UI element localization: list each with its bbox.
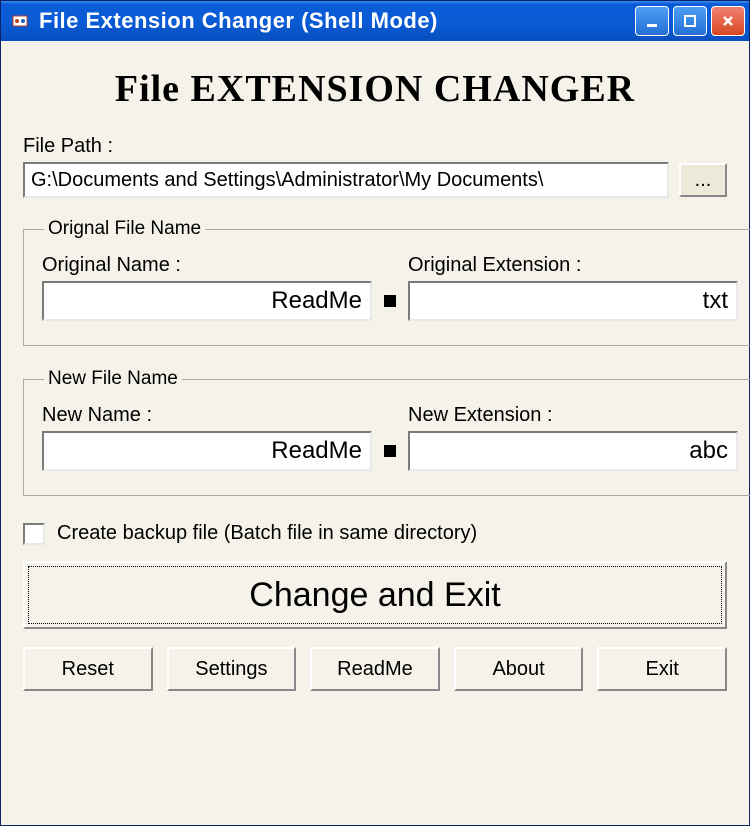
minimize-button[interactable] [635,6,669,36]
original-file-fieldset: Orignal File Name Original Name : Origin… [23,218,750,346]
content-area: File EXTENSION CHANGER File Path : ... O… [1,41,749,825]
app-heading: File EXTENSION CHANGER [23,67,727,111]
new-name-label: New Name : [42,404,372,427]
original-name-input[interactable] [42,281,372,321]
new-file-fieldset: New File Name New Name : New Extension : [23,368,750,496]
backup-row: Create backup file (Batch file in same d… [23,522,727,545]
window-buttons [635,6,745,36]
app-icon [9,10,31,32]
file-path-input[interactable] [23,162,669,198]
original-legend: Orignal File Name [44,218,205,240]
dot-separator-icon [384,445,396,457]
original-name-label: Original Name : [42,254,372,277]
new-legend: New File Name [44,368,182,390]
bottom-button-row: Reset Settings ReadMe About Exit [23,647,727,691]
file-path-row: ... [23,162,727,198]
titlebar: File Extension Changer (Shell Mode) [1,1,749,41]
readme-button[interactable]: ReadMe [310,647,440,691]
about-button[interactable]: About [454,647,584,691]
window-title: File Extension Changer (Shell Mode) [39,8,635,34]
original-ext-input[interactable] [408,281,738,321]
app-window: File Extension Changer (Shell Mode) File… [0,0,750,826]
browse-button[interactable]: ... [679,163,727,197]
change-and-exit-button[interactable]: Change and Exit [23,561,727,629]
close-button[interactable] [711,6,745,36]
exit-button[interactable]: Exit [597,647,727,691]
reset-button[interactable]: Reset [23,647,153,691]
maximize-button[interactable] [673,6,707,36]
new-ext-input[interactable] [408,431,738,471]
backup-checkbox[interactable] [23,523,45,545]
dot-separator-icon [384,295,396,307]
file-path-label: File Path : [23,135,727,158]
new-name-input[interactable] [42,431,372,471]
original-ext-label: Original Extension : [408,254,738,277]
settings-button[interactable]: Settings [167,647,297,691]
new-ext-label: New Extension : [408,404,738,427]
backup-label: Create backup file (Batch file in same d… [57,522,477,545]
